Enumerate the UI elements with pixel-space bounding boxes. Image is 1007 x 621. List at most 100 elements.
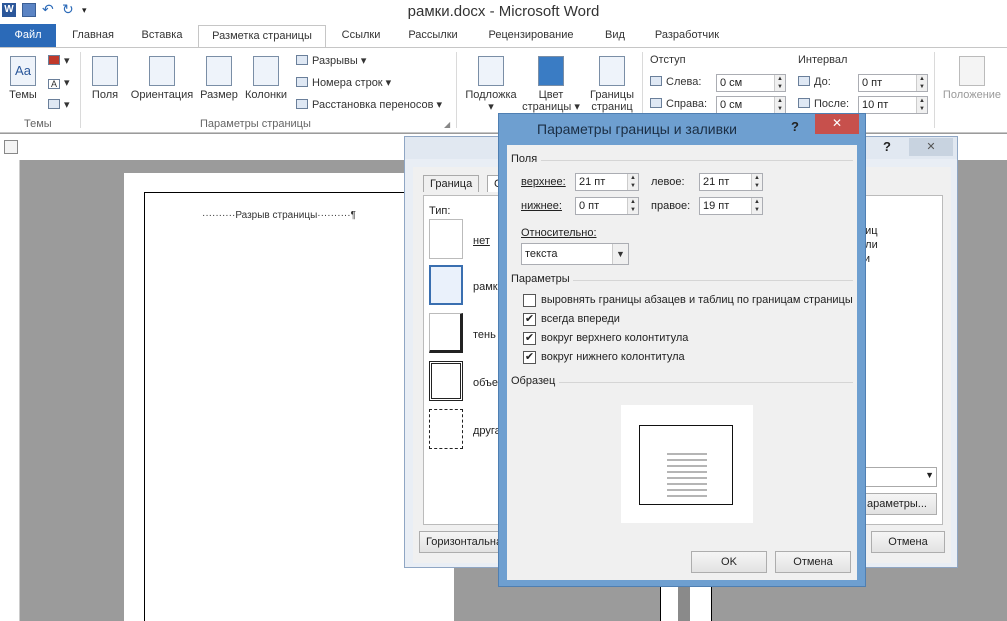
spacing-after-input[interactable]: 10 пт ▲ ▼ xyxy=(858,96,928,114)
chevron-down-icon: ▼ xyxy=(925,470,934,480)
page-break-marker: ··········Разрыв страницы··········¶ xyxy=(202,210,356,221)
tab-border[interactable]: Граница xyxy=(423,175,480,192)
group-separator xyxy=(456,52,457,128)
help-icon[interactable]: ? xyxy=(883,139,891,154)
theme-colors-icon[interactable]: ▾ xyxy=(48,54,70,67)
breaks-button[interactable]: Разрывы ▾ xyxy=(296,54,366,67)
help-icon[interactable]: ? xyxy=(791,119,799,134)
position-icon xyxy=(959,56,985,86)
page-borders-button[interactable]: Границы страниц xyxy=(586,56,638,113)
spacing-before-input[interactable]: 0 пт ▲ ▼ xyxy=(858,74,928,92)
spinner-icon[interactable]: ▲ ▼ xyxy=(627,174,638,190)
type-shadow-label[interactable]: тень xyxy=(473,329,496,341)
option-checkbox-2[interactable]: ✔ xyxy=(523,332,536,345)
spinner-icon[interactable]: ▲ ▼ xyxy=(774,75,785,91)
type-box-icon[interactable] xyxy=(429,265,463,305)
hyphenation-button[interactable]: Расстановка переносов ▾ xyxy=(296,98,442,111)
columns-button[interactable]: Колонки xyxy=(242,56,290,101)
sample-preview xyxy=(621,405,753,523)
type-none-icon[interactable] xyxy=(429,219,463,259)
apply-to-select[interactable]: ▼ xyxy=(861,467,937,487)
indent-left-input[interactable]: 0 см ▲ ▼ xyxy=(716,74,786,92)
left-margin-label: левое: xyxy=(651,176,685,188)
tab-page-layout[interactable]: Разметка страницы xyxy=(198,25,326,47)
back-cancel-button[interactable]: Отмена xyxy=(871,531,945,553)
relative-to-select[interactable]: текста ▼ xyxy=(521,243,629,265)
type-3d-icon[interactable] xyxy=(429,361,463,401)
type-custom-icon[interactable] xyxy=(429,409,463,449)
tab-developer[interactable]: Разработчик xyxy=(642,25,732,47)
theme-effects-icon[interactable]: ▾ xyxy=(48,98,70,111)
option-checkbox-3[interactable]: ✔ xyxy=(523,351,536,364)
tab-selector-icon[interactable] xyxy=(4,140,18,154)
orientation-icon xyxy=(149,56,175,86)
theme-fonts-icon[interactable]: A ▾ xyxy=(48,76,70,89)
option-label-2: вокруг верхнего колонтитула xyxy=(541,332,689,344)
bottom-margin-label: нижнее: xyxy=(521,200,562,212)
spinner-icon[interactable]: ▲ ▼ xyxy=(916,75,927,91)
tab-view[interactable]: Вид xyxy=(592,25,638,47)
page-color-icon xyxy=(538,56,564,86)
fields-section-label: Поля xyxy=(511,153,538,165)
border-options-dialog: Параметры границы и заливки ? ✕ Поля вер… xyxy=(498,113,866,587)
page-border xyxy=(144,192,434,621)
title-bar: W ↶ ↻ ▾ рамки.docx - Microsoft Word xyxy=(0,0,1007,24)
themes-icon: Aa xyxy=(10,56,36,86)
params-section-label: Параметры xyxy=(511,273,570,285)
spinner-icon[interactable]: ▲ ▼ xyxy=(627,198,638,214)
sample-section-label: Образец xyxy=(511,375,556,387)
tab-file[interactable]: Файл xyxy=(0,24,56,47)
spinner-icon[interactable]: ▲ ▼ xyxy=(751,198,762,214)
margins-button[interactable]: Поля xyxy=(88,56,122,101)
option-checkbox-1[interactable]: ✔ xyxy=(523,313,536,326)
watermark-icon xyxy=(478,56,504,86)
left-margin-input[interactable]: 21 пт ▲ ▼ xyxy=(699,173,763,191)
option-label-3: вокруг нижнего колонтитула xyxy=(541,351,685,363)
options-button[interactable]: араметры... xyxy=(857,493,937,515)
bottom-margin-input[interactable]: 0 пт ▲ ▼ xyxy=(575,197,639,215)
themes-button[interactable]: Aa Темы xyxy=(6,56,40,101)
line-numbers-button[interactable]: Номера строк ▾ xyxy=(296,76,391,89)
page-borders-icon xyxy=(599,56,625,86)
type-label: Тип: xyxy=(429,205,451,217)
position-button[interactable]: Положение xyxy=(940,56,1004,101)
option-label-0: выровнять границы абзацев и таблиц по гр… xyxy=(541,294,853,306)
type-shadow-icon[interactable] xyxy=(429,313,463,353)
chevron-down-icon[interactable]: ▼ xyxy=(612,244,628,264)
tab-home[interactable]: Главная xyxy=(62,25,124,47)
columns-icon xyxy=(253,56,279,86)
indent-right-input[interactable]: 0 см ▲ ▼ xyxy=(716,96,786,114)
indent-left-label: Слева: xyxy=(650,76,701,88)
right-margin-label: правое: xyxy=(651,200,691,212)
type-none-label[interactable]: нет xyxy=(473,235,490,247)
size-icon xyxy=(206,56,232,86)
horizontal-line-button[interactable]: Горизонтальна xyxy=(419,531,509,553)
spinner-icon[interactable]: ▲ ▼ xyxy=(751,174,762,190)
watermark-button[interactable]: Подложка ▾ xyxy=(462,56,520,113)
spinner-icon[interactable]: ▲ ▼ xyxy=(774,97,785,113)
size-button[interactable]: Размер xyxy=(198,56,240,101)
option-checkbox-0[interactable] xyxy=(523,294,536,307)
section-divider xyxy=(559,382,853,383)
relative-to-label: Относительно: xyxy=(521,227,597,239)
ok-button[interactable]: OK xyxy=(691,551,767,573)
tab-mailings[interactable]: Рассылки xyxy=(396,25,470,47)
vertical-ruler xyxy=(0,160,20,621)
tab-review[interactable]: Рецензирование xyxy=(474,25,588,47)
right-margin-input[interactable]: 19 пт ▲ ▼ xyxy=(699,197,763,215)
tab-references[interactable]: Ссылки xyxy=(330,25,392,47)
spinner-icon[interactable]: ▲ ▼ xyxy=(916,97,927,113)
breaks-icon xyxy=(296,55,308,65)
top-margin-input[interactable]: 21 пт ▲ ▼ xyxy=(575,173,639,191)
margins-icon xyxy=(92,56,118,86)
page-setup-launcher-icon[interactable]: ◢ xyxy=(444,120,450,129)
page-color-button[interactable]: Цвет страницы ▾ xyxy=(522,56,580,113)
indent-right-label: Справа: xyxy=(650,98,707,110)
close-button[interactable]: ✕ xyxy=(815,114,859,134)
orientation-button[interactable]: Ориентация xyxy=(128,56,196,101)
close-icon[interactable]: ✕ xyxy=(909,138,953,156)
dialog-body: Поля верхнее: 21 пт ▲ ▼ левое: 21 пт ▲ ▼ ниж… xyxy=(507,145,857,580)
group-separator xyxy=(80,52,81,128)
tab-insert[interactable]: Вставка xyxy=(130,25,194,47)
cancel-button[interactable]: Отмена xyxy=(775,551,851,573)
